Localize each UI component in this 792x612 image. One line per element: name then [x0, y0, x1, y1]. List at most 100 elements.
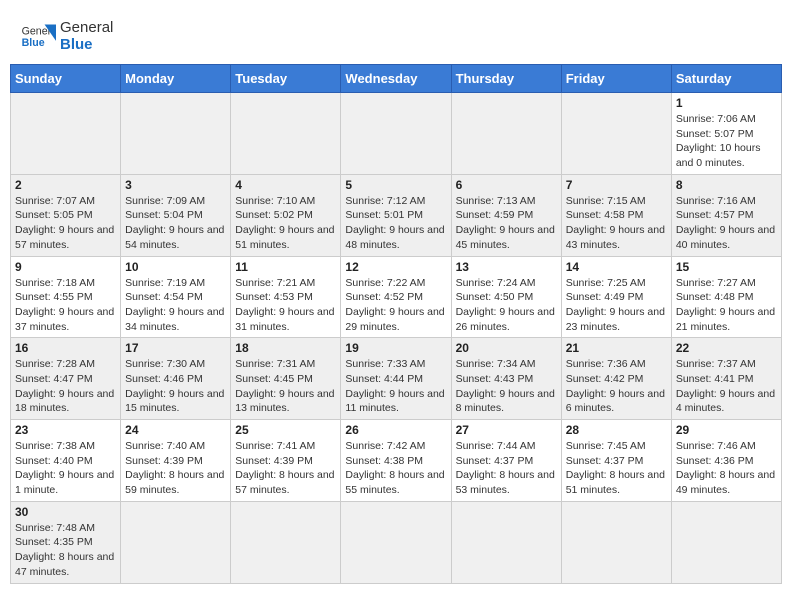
day-number: 10 [125, 260, 226, 274]
calendar-cell: 8Sunrise: 7:16 AMSunset: 4:57 PMDaylight… [671, 174, 781, 256]
day-number: 2 [15, 178, 116, 192]
calendar-cell: 7Sunrise: 7:15 AMSunset: 4:58 PMDaylight… [561, 174, 671, 256]
calendar-cell: 16 Sunrise: 7:28 AMSunset: 4:47 PMDayligh… [11, 338, 121, 420]
day-number: 6 [456, 178, 557, 192]
calendar-cell: 25Sunrise: 7:41 AMSunset: 4:39 PMDayligh… [231, 420, 341, 502]
day-info: Sunrise: 7:07 AMSunset: 5:05 PMDaylight:… [15, 194, 116, 253]
calendar-cell [341, 93, 451, 175]
calendar-cell [451, 93, 561, 175]
calendar-cell [11, 93, 121, 175]
day-info: Sunrise: 7:30 AMSunset: 4:46 PMDaylight:… [125, 357, 226, 416]
calendar-cell: 11 Sunrise: 7:21 AMSunset: 4:53 PMDayligh… [231, 256, 341, 338]
calendar-cell: 13 Sunrise: 7:24 AMSunset: 4:50 PMDayligh… [451, 256, 561, 338]
col-header-friday: Friday [561, 65, 671, 93]
day-number: 5 [345, 178, 446, 192]
day-number: 23 [15, 423, 116, 437]
svg-text:Blue: Blue [22, 37, 45, 49]
day-number: 4 [235, 178, 336, 192]
day-info: Sunrise: 7:34 AMSunset: 4:43 PMDaylight:… [456, 357, 557, 416]
day-number: 18 [235, 341, 336, 355]
day-info: Sunrise: 7:38 AMSunset: 4:40 PMDaylight:… [15, 439, 116, 498]
calendar-cell [561, 93, 671, 175]
day-info: Sunrise: 7:13 AMSunset: 4:59 PMDaylight:… [456, 194, 557, 253]
calendar-cell: 5Sunrise: 7:12 AMSunset: 5:01 PMDaylight… [341, 174, 451, 256]
calendar-cell: 6 Sunrise: 7:13 AMSunset: 4:59 PMDaylight… [451, 174, 561, 256]
header: General Blue General Blue [10, 10, 782, 58]
logo-blue: Blue [60, 36, 113, 53]
day-info: Sunrise: 7:09 AMSunset: 5:04 PMDaylight:… [125, 194, 226, 253]
day-number: 7 [566, 178, 667, 192]
calendar-cell: 9Sunrise: 7:18 AMSunset: 4:55 PMDaylight… [11, 256, 121, 338]
day-info: Sunrise: 7:37 AMSunset: 4:41 PMDaylight:… [676, 357, 777, 416]
day-info: Sunrise: 7:22 AMSunset: 4:52 PMDaylight:… [345, 276, 446, 335]
day-info: Sunrise: 7:21 AMSunset: 4:53 PMDaylight:… [235, 276, 336, 335]
calendar-cell [231, 93, 341, 175]
calendar-cell: 20 Sunrise: 7:34 AMSunset: 4:43 PMDayligh… [451, 338, 561, 420]
day-number: 12 [345, 260, 446, 274]
day-number: 30 [15, 505, 116, 519]
calendar-cell [121, 93, 231, 175]
calendar-cell [231, 501, 341, 583]
col-header-thursday: Thursday [451, 65, 561, 93]
calendar-cell: 15Sunrise: 7:27 AMSunset: 4:48 PMDayligh… [671, 256, 781, 338]
day-number: 28 [566, 423, 667, 437]
day-info: Sunrise: 7:45 AMSunset: 4:37 PMDaylight:… [566, 439, 667, 498]
day-number: 13 [456, 260, 557, 274]
calendar-week-row: 30Sunrise: 7:48 AMSunset: 4:35 PMDayligh… [11, 501, 782, 583]
day-number: 22 [676, 341, 777, 355]
day-number: 17 [125, 341, 226, 355]
calendar-table: SundayMondayTuesdayWednesdayThursdayFrid… [10, 64, 782, 584]
col-header-saturday: Saturday [671, 65, 781, 93]
day-number: 26 [345, 423, 446, 437]
day-number: 11 [235, 260, 336, 274]
calendar-cell: 23 Sunrise: 7:38 AMSunset: 4:40 PMDayligh… [11, 420, 121, 502]
day-number: 24 [125, 423, 226, 437]
day-number: 9 [15, 260, 116, 274]
day-number: 27 [456, 423, 557, 437]
calendar-cell: 14 Sunrise: 7:25 AMSunset: 4:49 PMDayligh… [561, 256, 671, 338]
calendar-header-row: SundayMondayTuesdayWednesdayThursdayFrid… [11, 65, 782, 93]
calendar-cell: 22 Sunrise: 7:37 AMSunset: 4:41 PMDayligh… [671, 338, 781, 420]
calendar-cell: 18 Sunrise: 7:31 AMSunset: 4:45 PMDayligh… [231, 338, 341, 420]
logo: General Blue General Blue [20, 18, 113, 54]
calendar-cell: 4 Sunrise: 7:10 AMSunset: 5:02 PMDaylight… [231, 174, 341, 256]
calendar-cell: 17 Sunrise: 7:30 AMSunset: 4:46 PMDayligh… [121, 338, 231, 420]
day-info: Sunrise: 7:31 AMSunset: 4:45 PMDaylight:… [235, 357, 336, 416]
col-header-sunday: Sunday [11, 65, 121, 93]
day-info: Sunrise: 7:40 AMSunset: 4:39 PMDaylight:… [125, 439, 226, 498]
calendar-cell: 3Sunrise: 7:09 AMSunset: 5:04 PMDaylight… [121, 174, 231, 256]
calendar-week-row: 1Sunrise: 7:06 AMSunset: 5:07 PMDaylight… [11, 93, 782, 175]
calendar-cell: 26 Sunrise: 7:42 AMSunset: 4:38 PMDayligh… [341, 420, 451, 502]
day-number: 21 [566, 341, 667, 355]
calendar-cell [341, 501, 451, 583]
col-header-tuesday: Tuesday [231, 65, 341, 93]
day-number: 29 [676, 423, 777, 437]
day-number: 1 [676, 96, 777, 110]
day-info: Sunrise: 7:10 AMSunset: 5:02 PMDaylight:… [235, 194, 336, 253]
calendar-week-row: 16 Sunrise: 7:28 AMSunset: 4:47 PMDayligh… [11, 338, 782, 420]
day-info: Sunrise: 7:46 AMSunset: 4:36 PMDaylight:… [676, 439, 777, 498]
day-info: Sunrise: 7:25 AMSunset: 4:49 PMDaylight:… [566, 276, 667, 335]
day-info: Sunrise: 7:24 AMSunset: 4:50 PMDaylight:… [456, 276, 557, 335]
calendar-cell: 10 Sunrise: 7:19 AMSunset: 4:54 PMDayligh… [121, 256, 231, 338]
day-number: 20 [456, 341, 557, 355]
day-number: 19 [345, 341, 446, 355]
calendar-cell [561, 501, 671, 583]
day-info: Sunrise: 7:19 AMSunset: 4:54 PMDaylight:… [125, 276, 226, 335]
calendar-cell: 1Sunrise: 7:06 AMSunset: 5:07 PMDaylight… [671, 93, 781, 175]
day-info: Sunrise: 7:42 AMSunset: 4:38 PMDaylight:… [345, 439, 446, 498]
calendar-cell: 28 Sunrise: 7:45 AMSunset: 4:37 PMDayligh… [561, 420, 671, 502]
calendar-cell [671, 501, 781, 583]
day-number: 8 [676, 178, 777, 192]
calendar-cell: 27Sunrise: 7:44 AMSunset: 4:37 PMDayligh… [451, 420, 561, 502]
calendar-week-row: 23 Sunrise: 7:38 AMSunset: 4:40 PMDayligh… [11, 420, 782, 502]
calendar-cell: 21Sunrise: 7:36 AMSunset: 4:42 PMDayligh… [561, 338, 671, 420]
day-number: 16 [15, 341, 116, 355]
generalblue-logo-icon: General Blue [20, 18, 56, 54]
calendar-cell: 29 Sunrise: 7:46 AMSunset: 4:36 PMDayligh… [671, 420, 781, 502]
day-number: 14 [566, 260, 667, 274]
calendar-week-row: 2 Sunrise: 7:07 AMSunset: 5:05 PMDaylight… [11, 174, 782, 256]
day-info: Sunrise: 7:28 AMSunset: 4:47 PMDaylight:… [15, 357, 116, 416]
day-info: Sunrise: 7:41 AMSunset: 4:39 PMDaylight:… [235, 439, 336, 498]
calendar-cell: 12 Sunrise: 7:22 AMSunset: 4:52 PMDayligh… [341, 256, 451, 338]
